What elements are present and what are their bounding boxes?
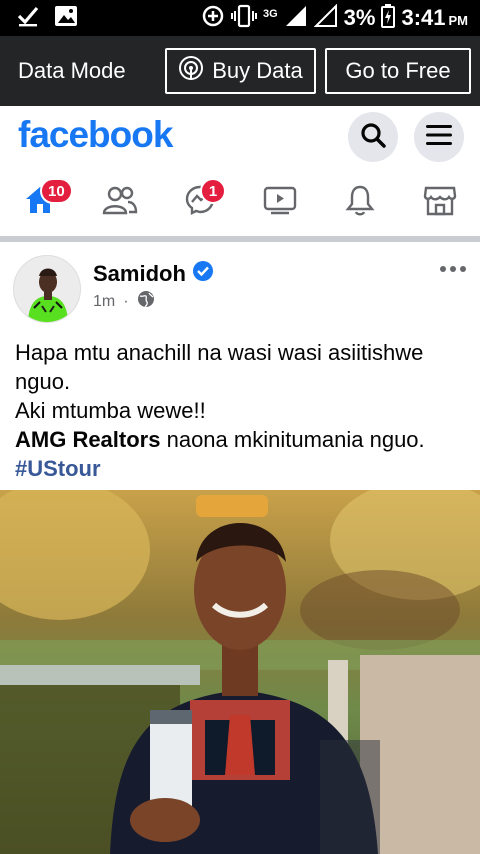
data-mode-bar: Data Mode Buy Data Go to Free bbox=[0, 36, 480, 106]
image-icon bbox=[54, 5, 78, 32]
network-type: 3G bbox=[262, 7, 278, 20]
menu-button[interactable] bbox=[414, 112, 464, 162]
broadcast-icon bbox=[178, 55, 204, 87]
post-hashtag[interactable]: #UStour bbox=[15, 454, 475, 483]
search-button[interactable] bbox=[348, 112, 398, 162]
clock: 3:41 PM bbox=[401, 5, 468, 31]
clock-ampm: PM bbox=[448, 13, 469, 28]
tab-notifications[interactable] bbox=[320, 168, 400, 236]
more-options-button[interactable] bbox=[440, 266, 466, 272]
tab-watch[interactable] bbox=[240, 168, 320, 236]
post-line-3-rest: naona mkinitumania nguo. bbox=[160, 427, 425, 452]
status-bar: 3G 3% 3:41 PM bbox=[0, 0, 480, 36]
checkmark-icon bbox=[16, 4, 40, 33]
dot-icon bbox=[460, 266, 466, 272]
meta-separator: · bbox=[123, 292, 129, 310]
home-notification-badge: 10 bbox=[40, 178, 73, 204]
tab-messenger[interactable]: 1 bbox=[160, 168, 240, 236]
post-meta: 1m · bbox=[93, 290, 155, 313]
post-mention[interactable]: AMG Realtors bbox=[15, 427, 160, 452]
tab-home[interactable]: 10 bbox=[0, 168, 80, 236]
tab-marketplace[interactable] bbox=[400, 168, 480, 236]
search-icon bbox=[359, 121, 387, 154]
verified-badge-icon bbox=[192, 260, 214, 288]
post-line-2: Aki mtumba wewe!! bbox=[15, 398, 206, 423]
clock-time: 3:41 bbox=[401, 5, 446, 30]
globe-icon bbox=[137, 290, 155, 313]
facebook-header: facebook bbox=[0, 106, 480, 166]
post-photo[interactable] bbox=[0, 490, 480, 854]
battery-percent: 3% bbox=[343, 5, 376, 30]
data-saver-icon bbox=[201, 4, 225, 33]
buy-data-button[interactable]: Buy Data bbox=[165, 48, 316, 94]
author-name[interactable]: Samidoh bbox=[93, 261, 186, 287]
post-line-1: Hapa mtu anachill na wasi wasi asiitishw… bbox=[15, 340, 424, 394]
post-line-3: AMG Realtors naona mkinitumania nguo. bbox=[15, 425, 475, 454]
post-author[interactable]: Samidoh bbox=[93, 260, 214, 288]
friends-icon bbox=[102, 185, 138, 220]
battery-charging-icon bbox=[381, 3, 396, 33]
post-text: Hapa mtu anachill na wasi wasi asiitishw… bbox=[15, 338, 475, 483]
facebook-logo[interactable]: facebook bbox=[18, 114, 173, 156]
go-to-free-label: Go to Free bbox=[345, 58, 451, 83]
avatar[interactable] bbox=[13, 255, 81, 323]
messenger-notification-badge: 1 bbox=[200, 178, 226, 204]
nav-tabs: 10 1 bbox=[0, 168, 480, 236]
marketplace-icon bbox=[423, 184, 457, 221]
bell-icon bbox=[345, 184, 375, 221]
hamburger-icon bbox=[425, 123, 453, 152]
go-to-free-button[interactable]: Go to Free bbox=[325, 48, 471, 94]
signal-empty-icon bbox=[313, 3, 338, 33]
data-mode-label: Data Mode bbox=[18, 58, 126, 83]
dot-icon bbox=[440, 266, 446, 272]
post-header: Samidoh 1m · bbox=[0, 242, 480, 332]
signal-icon bbox=[284, 4, 308, 33]
vibrate-icon bbox=[230, 4, 257, 33]
dot-icon bbox=[450, 266, 456, 272]
tab-friends[interactable] bbox=[80, 168, 160, 236]
post-time[interactable]: 1m bbox=[93, 293, 115, 311]
video-icon bbox=[263, 185, 297, 220]
buy-data-label: Buy Data bbox=[212, 58, 303, 83]
